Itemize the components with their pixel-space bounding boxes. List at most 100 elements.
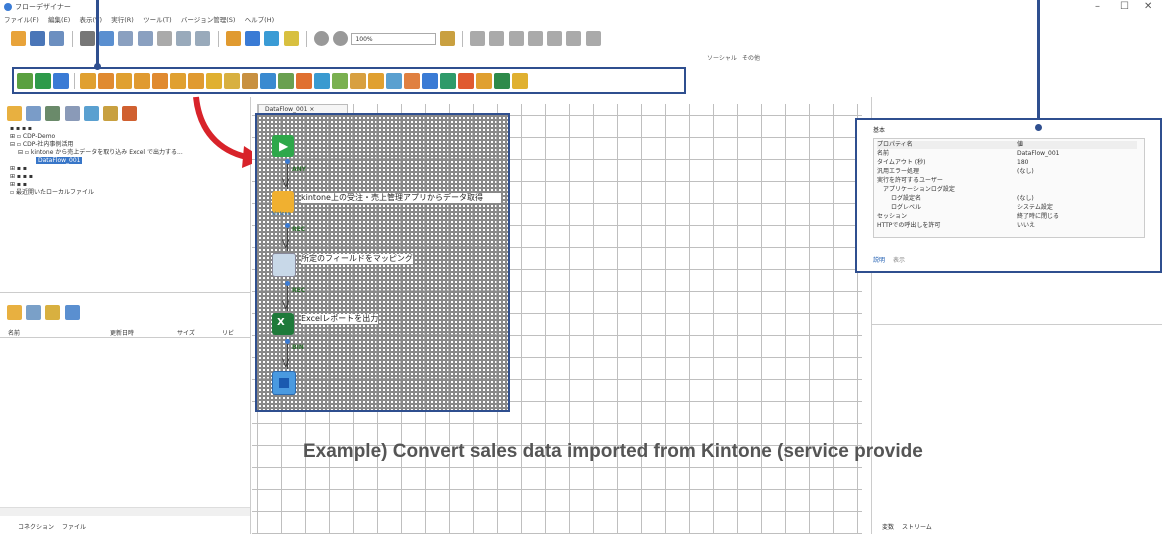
run-icon[interactable] bbox=[245, 31, 261, 46]
property-row[interactable]: 名前 DataFlow_001 bbox=[877, 150, 1137, 158]
menu-view[interactable]: 表示(V) bbox=[79, 14, 102, 24]
tree-item[interactable]: ⊞ ▪ ▪ ▪ bbox=[8, 173, 248, 181]
column-size[interactable]: サイズ bbox=[177, 328, 195, 337]
diamond-icon[interactable] bbox=[512, 73, 528, 89]
settings-icon[interactable] bbox=[103, 106, 119, 121]
zoom-select[interactable]: 100% bbox=[351, 32, 437, 45]
align-left-icon[interactable] bbox=[118, 31, 134, 46]
json-icon[interactable] bbox=[332, 73, 348, 89]
step-icon[interactable] bbox=[264, 31, 280, 46]
split-icon[interactable] bbox=[152, 73, 168, 89]
layout-icon-1[interactable] bbox=[470, 31, 486, 46]
tree-item[interactable]: ⊞ ▪ ▪ bbox=[8, 181, 248, 189]
log-icon[interactable] bbox=[476, 73, 492, 89]
menu-tools[interactable]: ツール(T) bbox=[143, 14, 172, 24]
loop-icon[interactable] bbox=[188, 73, 204, 89]
shape-icon[interactable] bbox=[494, 73, 510, 89]
screen-icon[interactable] bbox=[35, 73, 51, 89]
end-icon[interactable] bbox=[53, 73, 69, 89]
layout-icon-5[interactable] bbox=[547, 31, 563, 46]
new-icon[interactable] bbox=[11, 31, 26, 46]
copy-icon[interactable] bbox=[176, 31, 192, 46]
close-button[interactable]: ✕ bbox=[1144, 1, 1152, 12]
new-file-icon[interactable] bbox=[26, 305, 42, 320]
excel-icon[interactable] bbox=[440, 73, 456, 89]
fit-icon[interactable] bbox=[439, 31, 455, 46]
tab-variables[interactable]: 変数 bbox=[882, 524, 894, 531]
tag-icon[interactable] bbox=[122, 106, 138, 121]
transform-icon[interactable] bbox=[98, 73, 114, 89]
open-folder-icon[interactable] bbox=[7, 305, 22, 320]
tab-display[interactable]: 表示 bbox=[893, 257, 905, 264]
layout-icon-6[interactable] bbox=[566, 31, 582, 46]
layout-icon-3[interactable] bbox=[508, 31, 524, 46]
tab-connection[interactable]: コネクション bbox=[18, 524, 54, 531]
properties-tab-basic[interactable]: 基本 bbox=[873, 125, 885, 134]
tab-file[interactable]: ファイル bbox=[62, 524, 86, 531]
layout-icon-2[interactable] bbox=[489, 31, 505, 46]
new-folder-icon[interactable] bbox=[45, 305, 61, 320]
property-row[interactable]: タイムアウト (秒) 180 bbox=[877, 159, 1137, 167]
xml-icon[interactable] bbox=[314, 73, 330, 89]
tree-icon[interactable] bbox=[83, 106, 99, 121]
mail-icon[interactable] bbox=[368, 73, 384, 89]
grid-icon[interactable] bbox=[99, 31, 115, 46]
kintone-node[interactable]: kintone bbox=[272, 191, 294, 217]
debug-icon[interactable] bbox=[283, 31, 299, 46]
start-icon[interactable] bbox=[17, 73, 33, 89]
menu-help[interactable]: ヘルプ(H) bbox=[245, 14, 274, 24]
property-row[interactable]: アプリケーションログ設定 bbox=[877, 186, 1137, 194]
tab-description[interactable]: 説明 bbox=[873, 257, 885, 264]
cloud-icon[interactable] bbox=[422, 73, 438, 89]
csv-icon[interactable] bbox=[296, 73, 312, 89]
property-row[interactable]: 実行を許可するユーザー bbox=[877, 177, 1137, 185]
align-right-icon[interactable] bbox=[137, 31, 153, 46]
find-icon[interactable] bbox=[79, 31, 95, 46]
refresh-icon[interactable] bbox=[64, 305, 80, 320]
horizontal-scrollbar[interactable] bbox=[0, 507, 250, 516]
menu-version-control[interactable]: バージョン管理(S) bbox=[181, 14, 236, 24]
tree-item-recent[interactable]: ▫ 最近開いたローカルファイル bbox=[8, 189, 248, 197]
properties-icon[interactable] bbox=[64, 106, 80, 121]
menu-edit[interactable]: 編集(E) bbox=[48, 14, 70, 24]
merge-icon[interactable] bbox=[170, 73, 186, 89]
tab-other[interactable]: その他 bbox=[742, 53, 760, 62]
pdf-icon[interactable] bbox=[458, 73, 474, 89]
connect-icon[interactable] bbox=[45, 106, 61, 121]
layout-icon-4[interactable] bbox=[527, 31, 543, 46]
save-icon[interactable] bbox=[30, 31, 46, 46]
cut-icon[interactable] bbox=[156, 31, 172, 46]
start-node[interactable]: ▶ bbox=[272, 135, 294, 157]
http-icon[interactable] bbox=[350, 73, 366, 89]
excel-node[interactable]: X bbox=[272, 313, 294, 335]
condition-icon[interactable] bbox=[224, 73, 240, 89]
branch-icon[interactable] bbox=[206, 73, 222, 89]
ftp-icon[interactable] bbox=[386, 73, 402, 89]
property-row[interactable]: ログ設定名 (なし) bbox=[877, 195, 1137, 203]
property-row[interactable]: 汎用エラー処理 (なし) bbox=[877, 168, 1137, 176]
tab-stream[interactable]: ストリーム bbox=[902, 524, 932, 531]
menu-run[interactable]: 実行(R) bbox=[111, 14, 134, 24]
paste-icon[interactable] bbox=[195, 31, 211, 46]
zoom-in-icon[interactable] bbox=[313, 31, 329, 46]
save-all-icon[interactable] bbox=[49, 31, 65, 46]
column-name[interactable]: 名前 bbox=[8, 328, 20, 337]
mapper-icon[interactable] bbox=[80, 73, 96, 89]
filter-icon[interactable] bbox=[116, 73, 132, 89]
zoom-out-icon[interactable] bbox=[333, 31, 349, 46]
minimize-button[interactable]: – bbox=[1095, 1, 1100, 12]
mapping-node[interactable] bbox=[272, 253, 296, 277]
tab-social[interactable]: ソーシャル bbox=[707, 53, 737, 62]
column-revision[interactable]: リビ bbox=[222, 328, 234, 337]
db-icon[interactable] bbox=[278, 73, 294, 89]
property-row[interactable]: HTTPでの呼出しを許可 いいえ bbox=[877, 222, 1137, 230]
image-icon[interactable] bbox=[26, 106, 42, 121]
layout-icon-7[interactable] bbox=[585, 31, 601, 46]
column-modified[interactable]: 更新日時 bbox=[110, 328, 134, 337]
maximize-button[interactable]: ☐ bbox=[1120, 1, 1129, 12]
folder-icon[interactable] bbox=[7, 106, 22, 121]
aggregate-icon[interactable] bbox=[260, 73, 276, 89]
script-icon[interactable] bbox=[242, 73, 258, 89]
file-icon[interactable] bbox=[404, 73, 420, 89]
menu-file[interactable]: ファイル(F) bbox=[4, 14, 39, 24]
